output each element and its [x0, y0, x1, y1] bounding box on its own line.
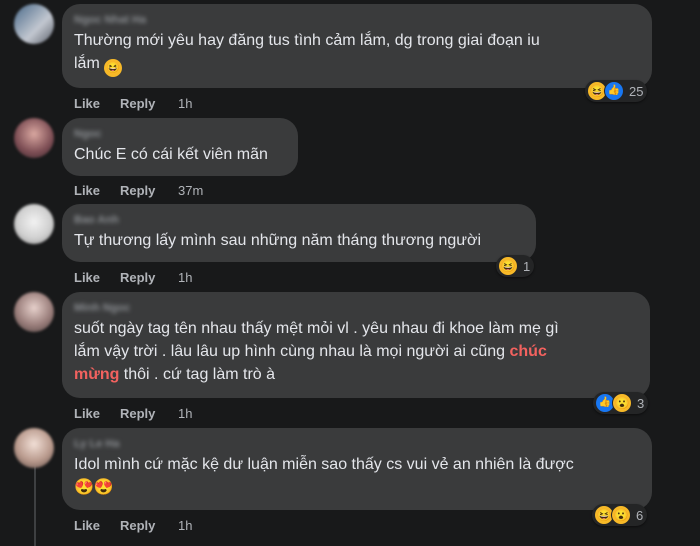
highlighted-word: chúc — [509, 343, 547, 360]
reply-button[interactable]: Reply — [120, 518, 178, 533]
wow-reaction-icon: 😮 — [612, 393, 632, 413]
comment-author[interactable]: Ngoc Nhat Ha — [74, 13, 638, 27]
comment-text: Tự thương lấy mình sau những năm tháng t… — [74, 232, 482, 249]
highlighted-word: mừng — [74, 366, 120, 383]
like-button[interactable]: Like — [74, 406, 120, 421]
avatar[interactable] — [14, 292, 54, 332]
rofl-emoji-icon: 😆 — [104, 59, 123, 77]
comment-actions: Like Reply 1h — [74, 404, 192, 422]
haha-reaction-icon: 😆 — [498, 256, 518, 276]
comment-text: suốt ngày tag tên nhau thấy mệt mỏi vl .… — [74, 320, 559, 383]
wow-reaction-icon: 😮 — [611, 505, 631, 525]
avatar[interactable] — [14, 118, 54, 158]
like-button[interactable]: Like — [74, 518, 120, 533]
heart-eyes-emoji-icon: 😍😍 — [74, 479, 114, 496]
timestamp[interactable]: 1h — [178, 518, 192, 533]
reply-button[interactable]: Reply — [120, 96, 178, 111]
comment-actions: Like Reply 1h — [74, 516, 192, 534]
reaction-count: 3 — [637, 395, 645, 411]
comment-bubble: Ngoc Chúc E có cái kết viên mãn — [62, 118, 298, 176]
reaction-summary[interactable]: 👍 😮 3 — [593, 392, 649, 414]
comment-text: Idol mình cứ mặc kệ dư luận miễn sao thấ… — [74, 456, 574, 496]
reaction-count: 1 — [523, 258, 531, 274]
reply-thread-line — [34, 460, 36, 546]
comment-bubble: Ngoc Nhat Ha Thường mới yêu hay đăng tus… — [62, 4, 652, 88]
reaction-count: 6 — [636, 507, 644, 523]
reaction-summary[interactable]: 😆 1 — [496, 255, 535, 277]
avatar[interactable] — [14, 428, 54, 468]
reaction-summary[interactable]: 😆 😮 6 — [592, 504, 648, 526]
like-reaction-icon: 👍 — [604, 81, 624, 101]
avatar[interactable] — [14, 204, 54, 244]
like-button[interactable]: Like — [74, 183, 120, 198]
reply-button[interactable]: Reply — [120, 183, 178, 198]
comment-author[interactable]: Minh Ngoc — [74, 301, 636, 315]
comment-bubble: Bao Anh Tự thương lấy mình sau những năm… — [62, 204, 536, 262]
comment-bubble: Ly Le Ha Idol mình cứ mặc kệ dư luận miễ… — [62, 428, 652, 510]
timestamp[interactable]: 1h — [178, 406, 192, 421]
comment-text: Chúc E có cái kết viên mãn — [74, 146, 268, 163]
comment-author[interactable]: Ly Le Ha — [74, 437, 638, 451]
reply-button[interactable]: Reply — [120, 270, 178, 285]
comment-actions: Like Reply 37m — [74, 181, 203, 199]
timestamp[interactable]: 37m — [178, 183, 203, 198]
avatar[interactable] — [14, 4, 54, 44]
comment-author[interactable]: Ngoc — [74, 127, 284, 141]
like-button[interactable]: Like — [74, 96, 120, 111]
timestamp[interactable]: 1h — [178, 96, 192, 111]
reaction-summary[interactable]: 😆 👍 25 — [585, 80, 648, 102]
comment-actions: Like Reply 1h — [74, 268, 192, 286]
reaction-count: 25 — [629, 83, 644, 99]
timestamp[interactable]: 1h — [178, 270, 192, 285]
comment-text: Thường mới yêu hay đăng tus tình cảm lắm… — [74, 29, 638, 77]
comment-bubble: Minh Ngoc suốt ngày tag tên nhau thấy mệ… — [62, 292, 650, 398]
reply-button[interactable]: Reply — [120, 406, 178, 421]
comment-actions: Like Reply 1h — [74, 94, 192, 112]
like-button[interactable]: Like — [74, 270, 120, 285]
comment-author[interactable]: Bao Anh — [74, 213, 522, 227]
